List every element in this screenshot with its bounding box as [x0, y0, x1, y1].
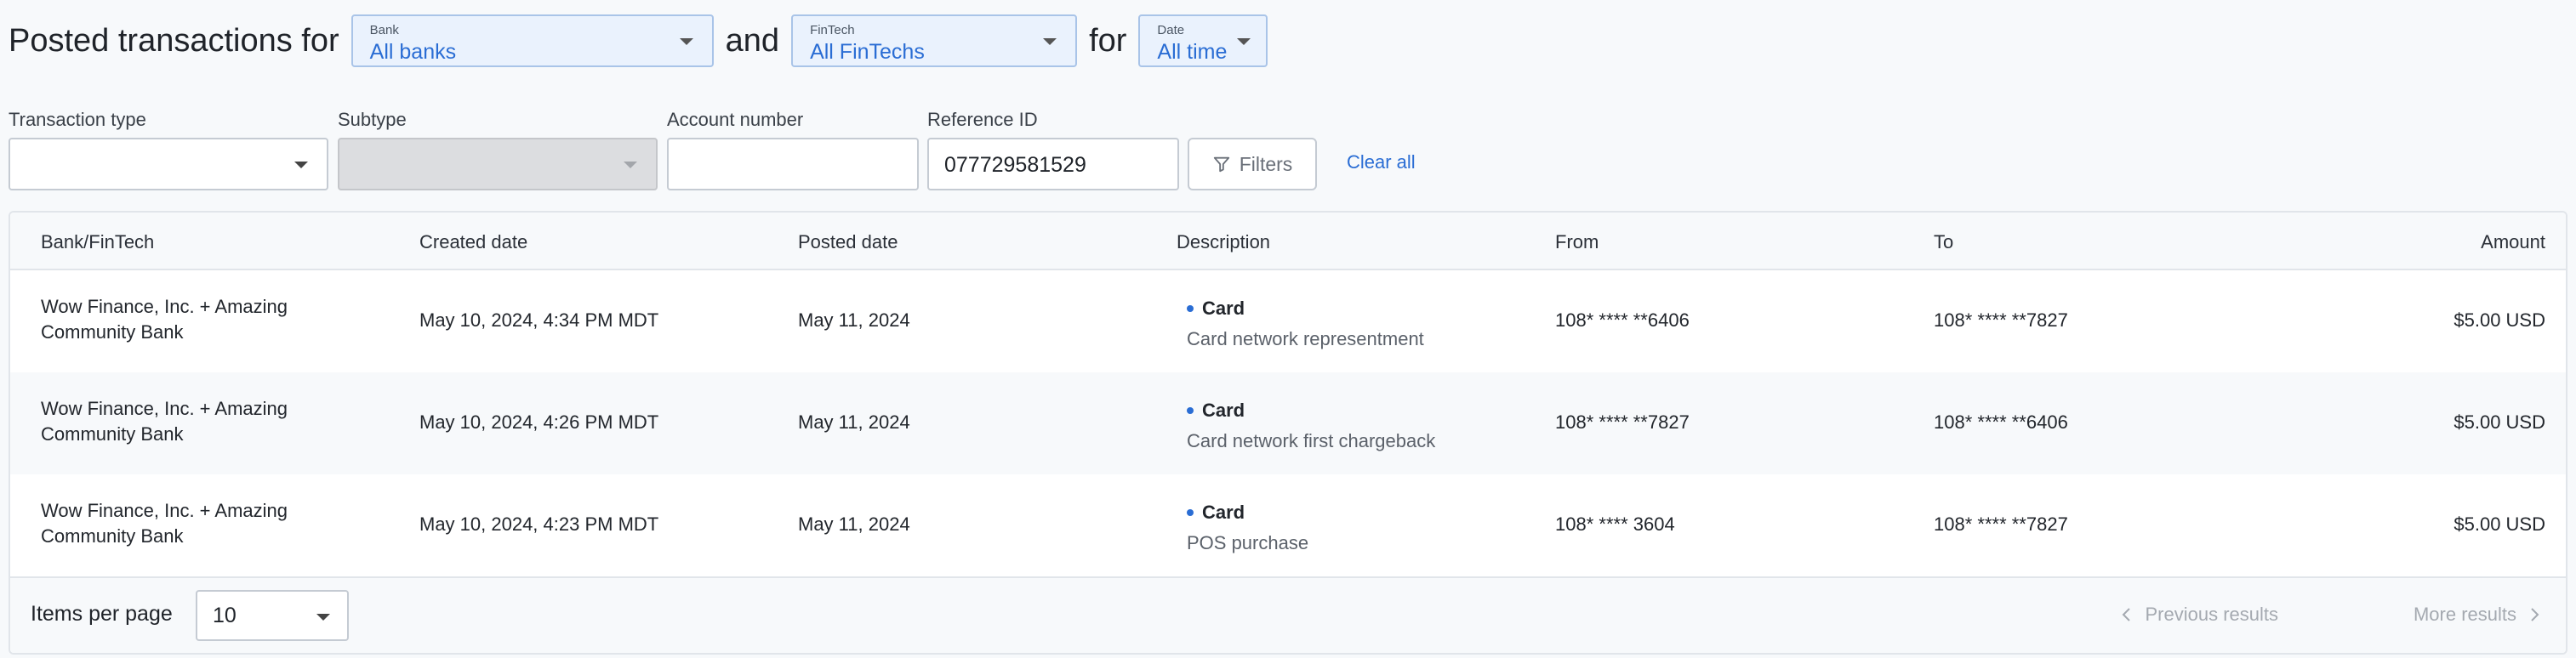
- row-from: 108* **** **6406: [1555, 309, 1690, 331]
- column-header-bank[interactable]: Bank/FinTech: [41, 231, 154, 253]
- status-dot-icon: [1187, 305, 1194, 312]
- row-amount: $5.00 USD: [2453, 411, 2545, 433]
- table-row[interactable]: Wow Finance, Inc. + Amazing Community Ba…: [10, 372, 2566, 474]
- row-amount: $5.00 USD: [2453, 309, 2545, 331]
- filter-icon: [1213, 156, 1229, 173]
- chevron-down-icon: [316, 614, 330, 621]
- bank-select[interactable]: Bank All banks: [350, 14, 714, 67]
- page-title-and: and: [725, 22, 780, 59]
- page-title-prefix: Posted transactions for: [9, 22, 339, 59]
- row-to: 108* **** **7827: [1934, 309, 2068, 331]
- chevron-down-icon: [624, 162, 637, 168]
- chevron-down-icon: [294, 162, 308, 168]
- table-footer: Items per page 10 Previous results More …: [10, 576, 2566, 653]
- reference-id-label: Reference ID: [927, 109, 1038, 130]
- subtype-select[interactable]: [338, 138, 658, 190]
- more-results-label: More results: [2413, 604, 2516, 625]
- account-number-label: Account number: [667, 109, 804, 130]
- row-description-subtype: Card network representment: [1187, 328, 1424, 349]
- row-to: 108* **** **6406: [1934, 411, 2068, 433]
- row-to: 108* **** **7827: [1934, 513, 2068, 535]
- previous-results-button[interactable]: Previous results: [2121, 604, 2278, 626]
- column-header-description[interactable]: Description: [1177, 231, 1270, 253]
- reference-id-input[interactable]: 077729581529: [927, 138, 1179, 190]
- more-results-button[interactable]: More results: [2414, 604, 2540, 626]
- row-posted-date: May 11, 2024: [798, 513, 910, 535]
- transactions-table: Bank/FinTech Created date Posted date De…: [9, 211, 2567, 655]
- row-description-type: Card: [1202, 400, 1245, 421]
- row-description-type: Card: [1202, 502, 1245, 523]
- column-header-created-date[interactable]: Created date: [419, 231, 527, 253]
- transaction-type-label: Transaction type: [9, 109, 146, 130]
- page-header: Posted transactions for Bank All banks a…: [9, 14, 1279, 68]
- table-row[interactable]: Wow Finance, Inc. + Amazing Community Ba…: [10, 474, 2566, 576]
- row-bank: Wow Finance, Inc. + Amazing Community Ba…: [41, 500, 288, 547]
- row-from: 108* **** 3604: [1555, 513, 1675, 535]
- bank-select-value: All banks: [369, 40, 457, 64]
- fintech-select[interactable]: FinTech All FinTechs: [791, 14, 1078, 67]
- chevron-down-icon: [1043, 38, 1057, 45]
- status-dot-icon: [1187, 407, 1194, 414]
- column-header-to[interactable]: To: [1934, 231, 1953, 253]
- filters-button-label: Filters: [1239, 152, 1293, 175]
- fintech-select-value: All FinTechs: [810, 40, 925, 64]
- row-created-date: May 10, 2024, 4:26 PM MDT: [419, 411, 659, 433]
- row-description-subtype: POS purchase: [1187, 532, 1309, 553]
- row-description-title: Card: [1187, 500, 1245, 525]
- reference-id-value: 077729581529: [944, 153, 1086, 177]
- account-number-input[interactable]: [667, 138, 919, 190]
- table-row[interactable]: Wow Finance, Inc. + Amazing Community Ba…: [10, 270, 2566, 372]
- row-amount: $5.00 USD: [2453, 513, 2545, 535]
- fintech-select-label: FinTech: [810, 23, 855, 37]
- previous-results-label: Previous results: [2145, 604, 2278, 625]
- row-created-date: May 10, 2024, 4:34 PM MDT: [419, 309, 659, 331]
- clear-all-link[interactable]: Clear all: [1347, 151, 1416, 173]
- subtype-label: Subtype: [338, 109, 407, 130]
- row-posted-date: May 11, 2024: [798, 309, 910, 331]
- row-from: 108* **** **7827: [1555, 411, 1690, 433]
- row-description-title: Card: [1187, 296, 1245, 321]
- transaction-type-select[interactable]: [9, 138, 328, 190]
- row-description-title: Card: [1187, 398, 1245, 423]
- date-select[interactable]: Date All time: [1138, 14, 1268, 67]
- items-per-page-select[interactable]: 10: [196, 590, 349, 641]
- row-description-type: Card: [1202, 298, 1245, 319]
- row-description-subtype: Card network first chargeback: [1187, 430, 1436, 451]
- row-bank: Wow Finance, Inc. + Amazing Community Ba…: [41, 398, 288, 445]
- filters-button[interactable]: Filters: [1188, 138, 1317, 190]
- page-title-for: for: [1089, 22, 1127, 59]
- status-dot-icon: [1187, 509, 1194, 516]
- chevron-left-icon: [2123, 608, 2131, 621]
- row-created-date: May 10, 2024, 4:23 PM MDT: [419, 513, 659, 535]
- column-header-amount[interactable]: Amount: [2481, 231, 2545, 253]
- chevron-right-icon: [2531, 608, 2539, 621]
- bank-select-label: Bank: [369, 23, 399, 37]
- chevron-down-icon: [679, 38, 693, 45]
- chevron-down-icon: [1237, 38, 1251, 45]
- date-select-value: All time: [1157, 40, 1228, 64]
- column-header-posted-date[interactable]: Posted date: [798, 231, 898, 253]
- row-bank: Wow Finance, Inc. + Amazing Community Ba…: [41, 296, 288, 343]
- row-posted-date: May 11, 2024: [798, 411, 910, 433]
- column-header-from[interactable]: From: [1555, 231, 1599, 253]
- items-per-page-label: Items per page: [31, 602, 173, 626]
- date-select-label: Date: [1157, 23, 1185, 37]
- items-per-page-value: 10: [213, 604, 237, 627]
- table-header: Bank/FinTech Created date Posted date De…: [10, 213, 2566, 270]
